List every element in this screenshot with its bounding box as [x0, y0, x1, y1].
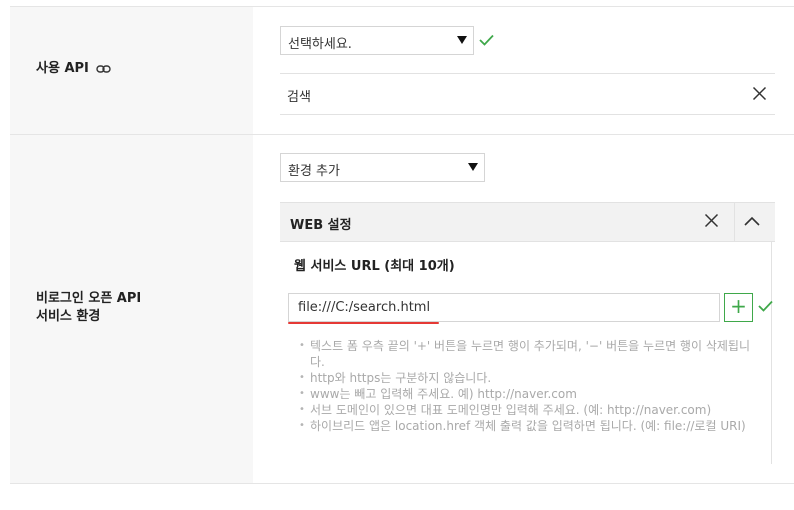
- close-icon[interactable]: [752, 86, 767, 105]
- api-select[interactable]: 선택하세요.: [280, 26, 474, 55]
- dropdown-arrow-icon: [468, 163, 478, 171]
- list-item: 서브 도메인이 있으면 대표 도메인명만 입력해 주세요. (예: http:/…: [298, 402, 758, 418]
- selected-api-label: 검색: [287, 90, 311, 105]
- api-label-text: 사용 API: [36, 61, 89, 76]
- header-separator: [734, 203, 735, 241]
- url-section-title: 웹 서비스 URL (최대 10개): [294, 259, 455, 274]
- url-input-value: file:///C:/search.html: [298, 300, 431, 315]
- env-label: 비로그인 오픈 API 서비스 환경: [36, 290, 141, 326]
- api-label-cell: 사용 API: [10, 7, 253, 134]
- check-icon: [479, 34, 494, 50]
- api-select-value: 선택하세요.: [288, 37, 352, 52]
- list-item: www는 빼고 입력해 주세요. 예) http://naver.com: [298, 386, 758, 402]
- list-item: 하이브리드 앱은 location.href 객체 출력 값을 입력하면 됩니다…: [298, 418, 758, 434]
- link-icon[interactable]: [96, 62, 112, 80]
- selected-api-item: 검색: [280, 73, 775, 115]
- list-item: 텍스트 폼 우측 끝의 '+' 버튼을 누르면 행이 추가되며, '−' 버튼을…: [298, 338, 758, 370]
- highlight-underline: [288, 322, 439, 324]
- close-icon[interactable]: [704, 213, 719, 232]
- api-label: 사용 API: [36, 60, 112, 80]
- dropdown-arrow-icon: [457, 36, 467, 44]
- env-add-select[interactable]: 환경 추가: [280, 153, 485, 182]
- url-notes-list: 텍스트 폼 우측 끝의 '+' 버튼을 누르면 행이 추가되며, '−' 버튼을…: [298, 338, 758, 434]
- env-label-line2: 서비스 환경: [36, 309, 101, 324]
- web-settings-title: WEB 설정: [290, 218, 352, 233]
- chevron-up-icon[interactable]: [744, 215, 760, 230]
- check-icon: [758, 300, 773, 316]
- env-label-line1: 비로그인 오픈 API: [36, 291, 142, 306]
- list-item: http와 https는 구분하지 않습니다.: [298, 370, 758, 386]
- url-input[interactable]: file:///C:/search.html: [288, 293, 720, 322]
- add-url-button[interactable]: +: [724, 293, 753, 322]
- web-settings-body: 웹 서비스 URL (최대 10개) file:///C:/search.htm…: [280, 242, 773, 464]
- env-label-cell: 비로그인 오픈 API 서비스 환경: [10, 135, 253, 483]
- web-settings-header: WEB 설정: [280, 202, 775, 242]
- web-settings-panel: WEB 설정 웹 서비스 URL (최대 10개) file:///C:/sea…: [280, 202, 775, 464]
- row-divider-bottom: [10, 483, 794, 484]
- env-select-value: 환경 추가: [288, 164, 340, 179]
